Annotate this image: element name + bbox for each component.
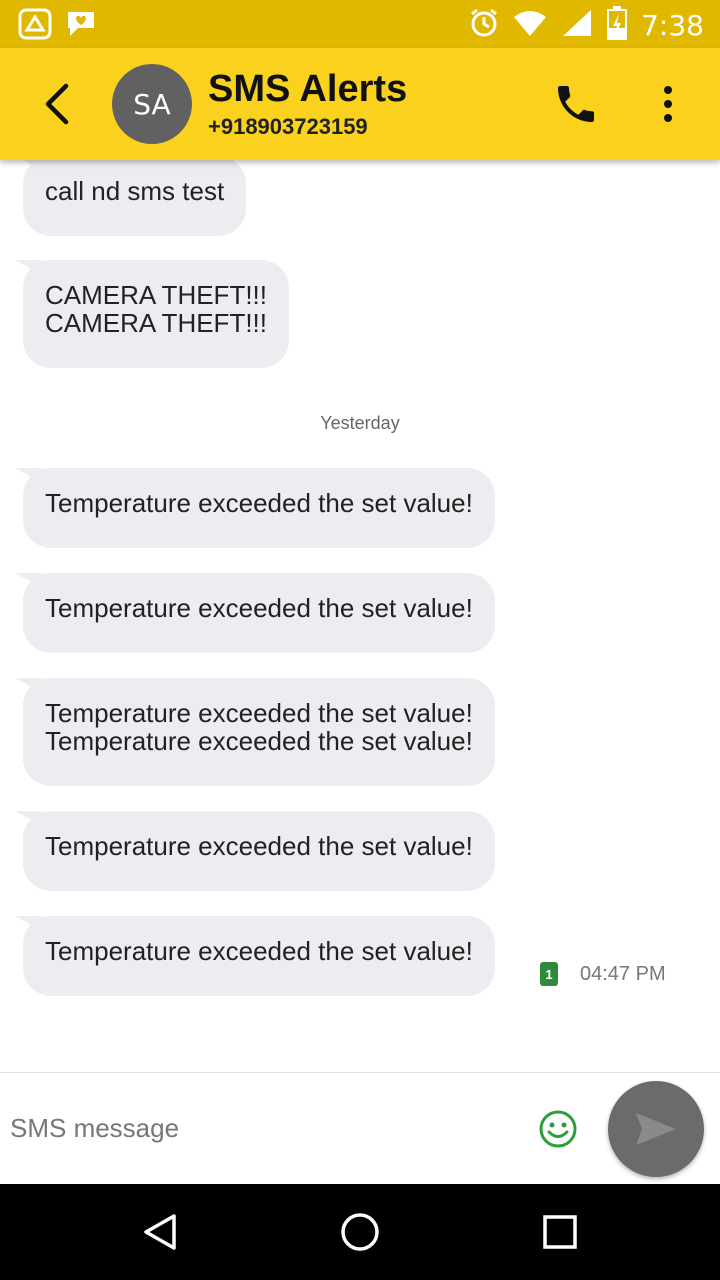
nav-back-button[interactable] <box>138 1210 182 1254</box>
message-bubble[interactable]: Temperature exceeded the set value! <box>15 916 495 996</box>
message-bubble[interactable]: Temperature exceeded the set value! <box>15 468 495 548</box>
message-bubble[interactable]: call nd sms test <box>14 160 247 236</box>
message-bubble[interactable]: Temperature exceeded the set value! <box>15 573 495 653</box>
battery-charging-icon <box>607 6 628 44</box>
more-options-button[interactable] <box>650 82 686 126</box>
sms-message-input[interactable] <box>0 1103 520 1153</box>
contact-number: +918903723159 <box>208 114 368 139</box>
back-arrow-icon <box>45 83 69 125</box>
contact-avatar[interactable]: SA <box>112 64 192 144</box>
sim-slot-badge: 1 <box>540 962 558 986</box>
message-composer <box>0 1072 720 1184</box>
emoji-button[interactable] <box>538 1109 578 1149</box>
message-list[interactable]: call nd sms test CAMERA THEFT!!! CAMERA … <box>0 160 720 1072</box>
status-time: 7:38 <box>641 8 704 42</box>
message-meta: 1 04:47 PM <box>540 962 666 986</box>
emoji-icon <box>539 1110 577 1148</box>
alarm-icon <box>469 7 499 43</box>
send-icon <box>636 1113 676 1145</box>
system-navigation-bar <box>0 1184 720 1280</box>
chat-notification-icon <box>64 8 98 44</box>
message-bubble[interactable]: Temperature exceeded the set value! <box>15 811 495 891</box>
contact-name: SMS Alerts <box>208 68 408 110</box>
wifi-icon <box>513 9 547 41</box>
date-separator: Yesterday <box>320 413 400 433</box>
nav-home-button[interactable] <box>338 1210 382 1254</box>
conversation-header: SA SMS Alerts +918903723159 <box>0 48 720 160</box>
back-nav-icon <box>144 1214 176 1250</box>
signal-icon <box>561 8 593 42</box>
call-button[interactable] <box>552 80 600 128</box>
recents-nav-icon <box>543 1215 577 1249</box>
message-bubble[interactable]: Temperature exceeded the set value! Temp… <box>15 678 495 786</box>
phone-icon <box>558 86 594 122</box>
message-timestamp: 04:47 PM <box>580 962 666 985</box>
send-button[interactable] <box>608 1081 704 1177</box>
nav-recents-button[interactable] <box>538 1210 582 1254</box>
back-button[interactable] <box>34 78 82 130</box>
app-notification-icon <box>18 8 52 44</box>
message-bubble[interactable]: CAMERA THEFT!!! CAMERA THEFT!!! <box>15 260 289 368</box>
home-nav-icon <box>341 1213 379 1251</box>
more-vert-icon <box>664 86 672 122</box>
status-bar: 7:38 <box>0 0 720 48</box>
